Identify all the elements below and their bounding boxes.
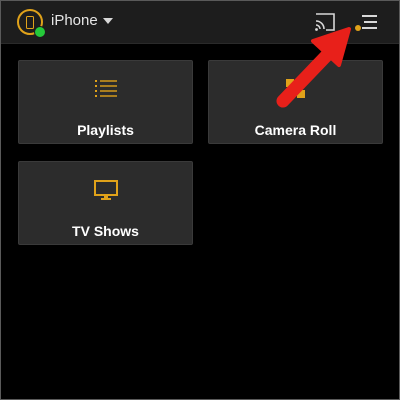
device-name[interactable]: iPhone [51, 12, 98, 30]
tile-label: Camera Roll [254, 122, 337, 138]
device-selector-icon[interactable] [17, 9, 46, 38]
cast-icon [315, 13, 335, 31]
grid-icon [285, 79, 305, 98]
library-grid: Playlists Camera Roll TV Shows [1, 43, 399, 399]
list-icon [94, 80, 117, 97]
top-bar: iPhone [1, 1, 399, 44]
menu-button[interactable] [353, 12, 379, 32]
phone-icon [26, 16, 34, 29]
app-window: iPhone Playlists Camera Roll TV Shows [0, 0, 400, 400]
cast-button[interactable] [313, 11, 337, 33]
connected-status-icon [34, 26, 46, 38]
tile-tv-shows[interactable]: TV Shows [18, 161, 193, 245]
tv-icon [93, 180, 118, 200]
tile-label: Playlists [77, 122, 134, 138]
tile-playlists[interactable]: Playlists [18, 60, 193, 144]
chevron-down-icon[interactable] [103, 18, 113, 24]
tile-label: TV Shows [72, 223, 139, 239]
menu-icon [355, 15, 377, 31]
tile-camera-roll[interactable]: Camera Roll [208, 60, 383, 144]
